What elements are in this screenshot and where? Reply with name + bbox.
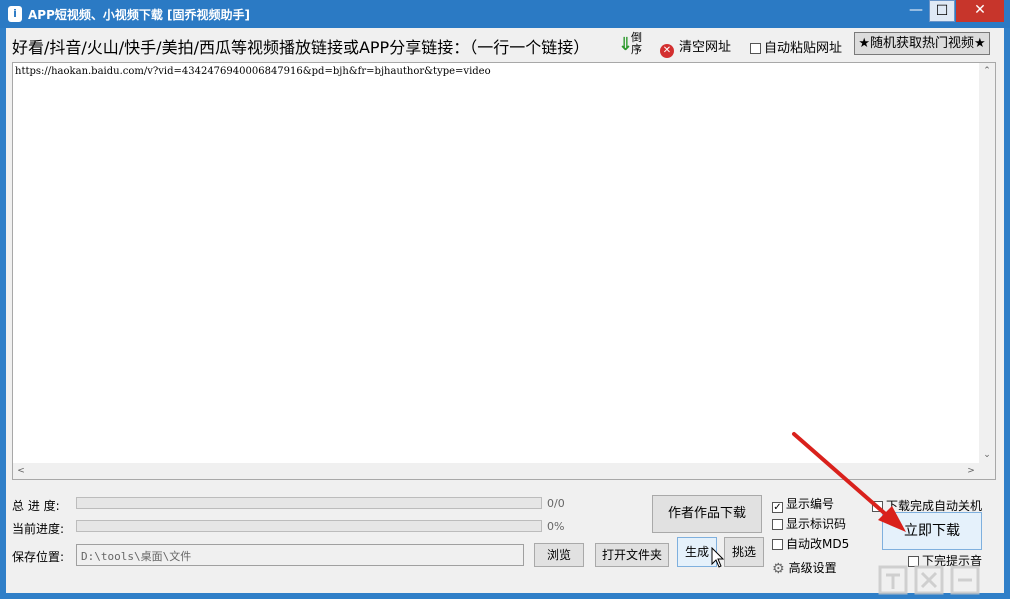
show-id-box[interactable] [772, 519, 783, 530]
auto-paste-label: 自动粘贴网址 [764, 41, 843, 56]
clear-urls-button[interactable]: ✕ 清空网址 [660, 36, 732, 58]
scroll-down-icon[interactable]: ⌄ [979, 447, 995, 463]
title-bar[interactable]: i APP短视频、小视频下载 [固乔视频助手] — ☐ ✕ [0, 0, 1010, 28]
save-path-input[interactable]: D:\tools\桌面\文件 [76, 544, 524, 566]
browse-button[interactable]: 浏览 [534, 543, 584, 567]
mouse-cursor-icon [711, 547, 725, 568]
app-icon: i [8, 6, 22, 22]
total-progress-bar [76, 497, 542, 509]
current-progress-bar [76, 520, 542, 532]
advanced-settings-button[interactable]: ⚙ 高级设置 [772, 559, 837, 577]
clear-icon: ✕ [660, 44, 674, 58]
auto-md5-box[interactable] [772, 539, 783, 550]
watermark-logo-icon [878, 565, 980, 595]
open-folder-button[interactable]: 打开文件夹 [595, 543, 669, 567]
scroll-right-icon[interactable]: > [963, 463, 979, 479]
total-progress-value: 0/0 [547, 497, 565, 510]
link-prompt-label: 好看/抖音/火山/快手/美拍/西瓜等视频播放链接或APP分享链接：（一行一个链接… [12, 38, 590, 57]
scroll-corner [979, 463, 995, 479]
auto-paste-checkbox[interactable]: 自动粘贴网址 [750, 37, 842, 56]
scroll-up-icon[interactable]: ⌃ [979, 63, 995, 79]
minimize-button[interactable]: — [904, 0, 928, 22]
show-number-box[interactable]: ✓ [772, 502, 783, 513]
annotation-arrow-icon [792, 432, 906, 532]
url-line: https://haokan.baidu.com/v?vid=434247694… [15, 66, 491, 77]
auto-md5-label: 自动改MD5 [786, 537, 850, 551]
close-button[interactable]: ✕ [956, 0, 1004, 22]
pick-button[interactable]: 挑选 [724, 537, 764, 567]
gear-icon: ⚙ [772, 561, 785, 577]
app-window: i APP短视频、小视频下载 [固乔视频助手] — ☐ ✕ 好看/抖音/火山/快… [0, 0, 1010, 599]
author-works-download-button[interactable]: 作者作品下载 [652, 495, 762, 533]
reverse-order-label: 倒序 [631, 31, 642, 56]
save-location-label: 保存位置: [12, 550, 65, 564]
reverse-order-button[interactable]: ⇓ 倒序 [618, 32, 648, 58]
current-progress-value: 0% [547, 520, 565, 533]
url-input-area[interactable]: https://haokan.baidu.com/v?vid=434247694… [12, 62, 996, 480]
vertical-scrollbar[interactable]: ⌃ ⌄ [979, 63, 995, 463]
maximize-button[interactable]: ☐ [929, 0, 955, 22]
scroll-left-icon[interactable]: < [13, 463, 29, 479]
random-hot-video-button[interactable]: ★随机获取热门视频★ [854, 32, 990, 55]
current-progress-label: 当前进度: [12, 522, 65, 536]
clear-urls-label: 清空网址 [679, 40, 732, 55]
auto-paste-box[interactable] [750, 43, 761, 54]
advanced-settings-label: 高级设置 [788, 561, 837, 575]
total-progress-label: 总 进 度: [12, 499, 60, 513]
main-panel: 好看/抖音/火山/快手/美拍/西瓜等视频播放链接或APP分享链接：（一行一个链接… [6, 28, 1004, 595]
window-title: APP短视频、小视频下载 [固乔视频助手] [28, 8, 251, 22]
